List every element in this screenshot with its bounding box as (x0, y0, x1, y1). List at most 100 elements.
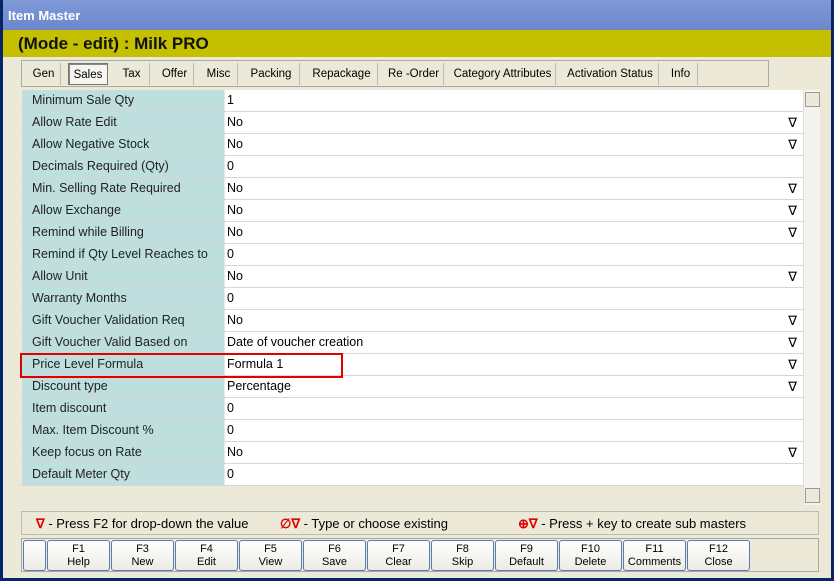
tab-packing[interactable]: Packing (243, 63, 300, 85)
dropdown-arrow-icon[interactable]: ∇ (788, 269, 797, 285)
dropdown-arrow-icon[interactable]: ∇ (788, 445, 797, 461)
field-value[interactable]: 0 (225, 244, 803, 265)
field-value[interactable]: 0 (225, 156, 803, 177)
field-value[interactable]: No ∇ (225, 178, 803, 199)
item-master-window: Item Master (Mode - edit) : Milk PRO Gen… (0, 0, 834, 581)
grid-row: Discount type Percentage ∇ (21, 376, 803, 398)
legend-dropdown-text: - Press F2 for drop-down the value (44, 516, 249, 531)
highlight-box (20, 353, 343, 378)
delete-button[interactable]: F10 Delete (559, 540, 622, 571)
tab-activation-status[interactable]: Activation Status (562, 63, 659, 85)
field-value[interactable]: 0 (225, 288, 803, 309)
dropdown-arrow-icon[interactable]: ∇ (788, 181, 797, 197)
field-value-text: 1 (227, 93, 234, 107)
fkey-action: Help (67, 556, 90, 568)
skip-button[interactable]: F8 Skip (431, 540, 494, 571)
field-value-text: Percentage (227, 379, 291, 393)
field-value-text: No (227, 313, 243, 327)
field-value[interactable]: 0 (225, 464, 803, 485)
comments-button[interactable]: F11 Comments (623, 540, 686, 571)
field-value-text: No (227, 445, 243, 459)
field-value[interactable]: No ∇ (225, 200, 803, 221)
field-value[interactable]: 0 (225, 420, 803, 441)
legend-existing-text: - Type or choose existing (300, 516, 448, 531)
field-label: Keep focus on Rate (22, 442, 224, 463)
field-value[interactable]: 0 (225, 398, 803, 419)
field-value[interactable]: No ∇ (225, 442, 803, 463)
clear-button[interactable]: F7 Clear (367, 540, 430, 571)
field-value[interactable]: No ∇ (225, 112, 803, 133)
field-value-text: 0 (227, 467, 234, 481)
scroll-up-button[interactable] (805, 92, 820, 107)
field-value-text: 0 (227, 159, 234, 173)
grid-row: Max. Item Discount % 0 (21, 420, 803, 442)
close-button[interactable]: F12 Close (687, 540, 750, 571)
dropdown-arrow-icon[interactable]: ∇ (788, 379, 797, 395)
fkey-label: F3 (136, 543, 149, 555)
field-value[interactable]: No ∇ (225, 134, 803, 155)
new-button[interactable]: F3 New (111, 540, 174, 571)
tab-re-order[interactable]: Re -Order (384, 63, 444, 85)
dropdown-arrow-icon[interactable]: ∇ (788, 137, 797, 153)
save-button[interactable]: F6 Save (303, 540, 366, 571)
tab-misc[interactable]: Misc (200, 63, 238, 85)
tab-tax[interactable]: Tax (114, 63, 150, 85)
fkey-label: F9 (520, 543, 533, 555)
field-label: Allow Rate Edit (22, 112, 224, 133)
fkey-label: F5 (264, 543, 277, 555)
field-value[interactable]: No ∇ (225, 310, 803, 331)
field-label: Allow Unit (22, 266, 224, 287)
default-button[interactable]: F9 Default (495, 540, 558, 571)
field-value-text: No (227, 269, 243, 283)
tab-repackage[interactable]: Repackage (306, 63, 378, 85)
fkey-label: F1 (72, 543, 85, 555)
tab-category-attributes[interactable]: Category Attributes (450, 63, 556, 85)
field-value-text: No (227, 181, 243, 195)
grid-row: Allow Unit No ∇ (21, 266, 803, 288)
fkey-action: Delete (574, 556, 607, 568)
title-bar: Item Master (3, 0, 831, 30)
field-label: Warranty Months (22, 288, 224, 309)
field-value[interactable]: Percentage ∇ (225, 376, 803, 397)
edit-button[interactable]: F4 Edit (175, 540, 238, 571)
dropdown-arrow-icon[interactable]: ∇ (788, 313, 797, 329)
fkey-label: F6 (328, 543, 341, 555)
grid-row: Warranty Months 0 (21, 288, 803, 310)
tab-info[interactable]: Info (664, 63, 698, 85)
field-label: Allow Negative Stock (22, 134, 224, 155)
field-value[interactable]: No ∇ (225, 222, 803, 243)
grid-row: Minimum Sale Qty 1 (21, 90, 803, 112)
tab-sales[interactable]: Sales (68, 63, 108, 85)
dropdown-arrow-icon[interactable]: ∇ (788, 115, 797, 131)
grid-row: Allow Rate Edit No ∇ (21, 112, 803, 134)
field-label: Gift Voucher Valid Based on (22, 332, 224, 353)
field-value-text: No (227, 137, 243, 151)
scroll-down-button[interactable] (805, 488, 820, 503)
field-label: Remind while Billing (22, 222, 224, 243)
field-value[interactable]: No ∇ (225, 266, 803, 287)
grid-row: Allow Negative Stock No ∇ (21, 134, 803, 156)
grid-row: Remind if Qty Level Reaches to 0 (21, 244, 803, 266)
tab-bar: Gen Sales Tax Offer Misc Packing Repackage Re -… (21, 60, 769, 87)
blank-button[interactable] (23, 540, 46, 571)
tab-gen[interactable]: Gen (27, 63, 61, 85)
field-value[interactable]: Date of voucher creation ∇ (225, 332, 803, 353)
help-button[interactable]: F1 Help (47, 540, 110, 571)
fkey-action: Close (704, 556, 733, 568)
field-label: Remind if Qty Level Reaches to (22, 244, 224, 265)
dropdown-arrow-icon[interactable]: ∇ (788, 225, 797, 241)
dropdown-arrow-icon[interactable]: ∇ (788, 335, 797, 351)
grid-row: Min. Selling Rate Required No ∇ (21, 178, 803, 200)
field-label: Max. Item Discount % (22, 420, 224, 441)
mode-header: (Mode - edit) : Milk PRO (3, 30, 831, 57)
fkey-action: Save (321, 556, 348, 568)
field-value[interactable]: 1 (225, 90, 803, 111)
fkey-label: F7 (392, 543, 405, 555)
view-button[interactable]: F5 View (239, 540, 302, 571)
dropdown-arrow-icon[interactable]: ∇ (788, 203, 797, 219)
grid-row: Decimals Required (Qty) 0 (21, 156, 803, 178)
dropdown-arrow-icon[interactable]: ∇ (788, 357, 797, 373)
tab-offer[interactable]: Offer (156, 63, 194, 85)
grid-row: Keep focus on Rate No ∇ (21, 442, 803, 464)
vertical-scrollbar[interactable] (803, 90, 820, 505)
